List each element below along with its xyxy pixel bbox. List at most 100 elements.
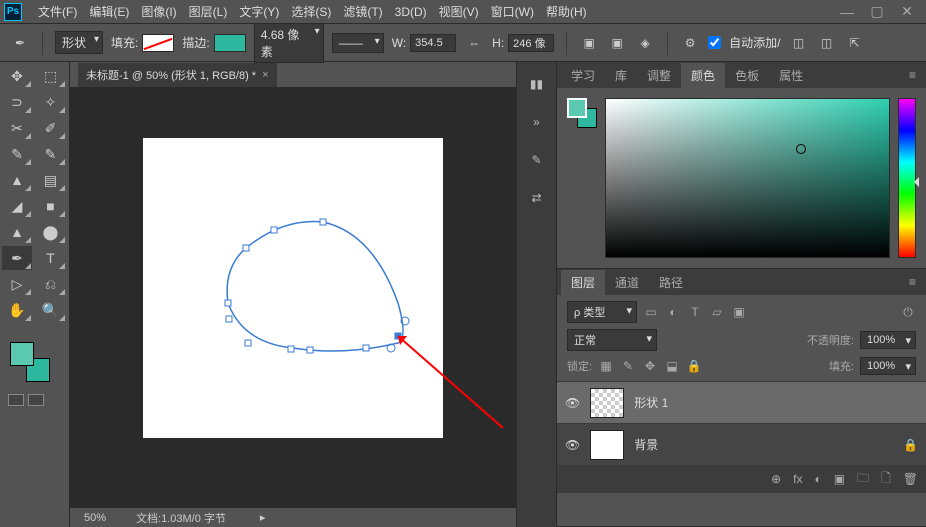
filter-toggle-icon[interactable]: ⏻ bbox=[900, 305, 916, 319]
stamp-tool[interactable]: ▲ bbox=[2, 168, 32, 192]
mask-icon[interactable]: ◐ bbox=[815, 472, 822, 486]
fill-swatch[interactable] bbox=[142, 34, 174, 52]
zoom-tool[interactable]: 🔍 bbox=[36, 298, 66, 322]
menu-select[interactable]: 选择(S) bbox=[285, 0, 337, 23]
lock-nest-icon[interactable]: ⬓ bbox=[664, 359, 680, 373]
move-tool[interactable]: ✥ bbox=[2, 64, 32, 88]
lasso-tool[interactable]: ⊃ bbox=[2, 90, 32, 114]
hue-slider[interactable] bbox=[898, 98, 916, 258]
menu-layer[interactable]: 图层(L) bbox=[183, 0, 234, 23]
panel-menu-icon[interactable]: ≡ bbox=[903, 68, 922, 82]
filter-type-icon[interactable]: T bbox=[687, 305, 703, 319]
menu-window[interactable]: 窗口(W) bbox=[485, 0, 540, 23]
crop-tool[interactable]: ✂ bbox=[2, 116, 32, 140]
window-maximize[interactable]: ▢ bbox=[862, 2, 892, 22]
canvas[interactable] bbox=[143, 138, 443, 438]
lock-paint-icon[interactable]: ✎ bbox=[620, 359, 636, 373]
opacity-input[interactable]: 100% bbox=[860, 331, 916, 349]
filter-smart-icon[interactable]: ▣ bbox=[731, 305, 747, 319]
lock-trans-icon[interactable]: ▦ bbox=[598, 359, 614, 373]
document-tab[interactable]: 未标题-1 @ 50% (形状 1, RGB/8) * × bbox=[78, 63, 277, 87]
delete-layer-icon[interactable]: 🗑 bbox=[903, 472, 918, 486]
tab-learn[interactable]: 学习 bbox=[561, 63, 605, 88]
menu-file[interactable]: 文件(F) bbox=[32, 0, 83, 23]
color-swatch-pair[interactable] bbox=[567, 98, 597, 128]
fx-icon[interactable]: fx bbox=[793, 472, 802, 486]
color-chips[interactable] bbox=[10, 342, 50, 382]
dodge-tool[interactable]: ⬤ bbox=[36, 220, 66, 244]
type-tool[interactable]: T bbox=[36, 246, 66, 270]
layer-filter-select[interactable]: ρ 类型 bbox=[567, 301, 637, 323]
filter-image-icon[interactable]: ▭ bbox=[643, 305, 659, 319]
gear-icon[interactable]: ⚙ bbox=[680, 33, 700, 53]
tab-swatches[interactable]: 色板 bbox=[725, 63, 769, 88]
eyedropper-tool[interactable]: ✐ bbox=[36, 116, 66, 140]
hand-tool[interactable]: ✋ bbox=[2, 298, 32, 322]
menu-filter[interactable]: 滤镜(T) bbox=[337, 0, 388, 23]
window-minimize[interactable]: — bbox=[832, 2, 862, 22]
tab-paths[interactable]: 路径 bbox=[649, 270, 693, 295]
adjustment-icon[interactable]: ▣ bbox=[834, 472, 845, 486]
tab-layers[interactable]: 图层 bbox=[561, 270, 605, 295]
quickmask-toggle[interactable] bbox=[8, 394, 24, 406]
group-icon[interactable]: 🗀 bbox=[857, 469, 869, 490]
layers-menu-icon[interactable]: ≡ bbox=[903, 275, 922, 289]
history-tool[interactable]: ▤ bbox=[36, 168, 66, 192]
fill-opacity-input[interactable]: 100% bbox=[860, 357, 916, 375]
stroke-type-select[interactable]: —— bbox=[332, 33, 384, 53]
new-layer-icon[interactable]: 🗋 bbox=[881, 469, 891, 490]
menu-type[interactable]: 文字(Y) bbox=[233, 0, 285, 23]
auto-add-checkbox[interactable] bbox=[708, 36, 721, 49]
filter-adjust-icon[interactable]: ◐ bbox=[665, 305, 681, 319]
layer-thumb[interactable] bbox=[590, 388, 624, 418]
menu-3d[interactable]: 3D(D) bbox=[389, 2, 433, 22]
path-op-2-icon[interactable]: ▣ bbox=[607, 33, 627, 53]
blend-mode-select[interactable]: 正常 bbox=[567, 329, 657, 351]
heal-tool[interactable]: ✎ bbox=[2, 142, 32, 166]
tab-channels[interactable]: 通道 bbox=[605, 270, 649, 295]
opt-icon-b[interactable]: ◫ bbox=[817, 33, 837, 53]
path-op-3-icon[interactable]: ◈ bbox=[635, 33, 655, 53]
zoom-readout[interactable]: 50% bbox=[84, 512, 106, 524]
filter-shape-icon[interactable]: ▱ bbox=[709, 305, 725, 319]
dock-brush-icon[interactable]: ✎ bbox=[525, 148, 549, 172]
marquee-tool[interactable]: ⬚ bbox=[36, 64, 66, 88]
chevron-right-icon[interactable]: ▸ bbox=[260, 511, 266, 524]
visibility-icon[interactable]: 👁 bbox=[565, 438, 580, 452]
window-close[interactable]: ✕ bbox=[892, 2, 922, 22]
opt-icon-c[interactable]: ⇱ bbox=[845, 33, 865, 53]
stroke-width-input[interactable]: 4.68 像素 bbox=[254, 23, 324, 63]
layer-row[interactable]: 👁 背景 🔒 bbox=[557, 423, 926, 465]
tab-color[interactable]: 颜色 bbox=[681, 63, 725, 88]
blur-tool[interactable]: ▲ bbox=[2, 220, 32, 244]
path-select-tool[interactable]: ▷ bbox=[2, 272, 32, 296]
close-tab-icon[interactable]: × bbox=[262, 69, 268, 81]
menu-help[interactable]: 帮助(H) bbox=[540, 0, 593, 23]
layer-thumb[interactable] bbox=[590, 430, 624, 460]
layer-row[interactable]: 👁 形状 1 bbox=[557, 381, 926, 423]
shape-mode-select[interactable]: 形状 bbox=[55, 31, 103, 54]
lock-move-icon[interactable]: ✥ bbox=[642, 359, 658, 373]
layer-name[interactable]: 形状 1 bbox=[634, 394, 668, 411]
fg-color-chip[interactable] bbox=[10, 342, 34, 366]
link-icon[interactable]: ⇔ bbox=[464, 33, 484, 53]
dock-icon-2[interactable]: » bbox=[525, 110, 549, 134]
lock-all-icon[interactable]: 🔒 bbox=[686, 359, 702, 373]
color-field[interactable] bbox=[605, 98, 890, 258]
menu-edit[interactable]: 编辑(E) bbox=[83, 0, 135, 23]
menu-view[interactable]: 视图(V) bbox=[433, 0, 485, 23]
path-op-1-icon[interactable]: ▣ bbox=[579, 33, 599, 53]
shape-tool[interactable]: ⎌ bbox=[36, 272, 66, 296]
wand-tool[interactable]: ✧ bbox=[36, 90, 66, 114]
menu-image[interactable]: 图像(I) bbox=[135, 0, 182, 23]
pen-tool[interactable]: ✒ bbox=[2, 246, 32, 270]
screen-mode-toggle[interactable] bbox=[28, 394, 44, 406]
eraser-tool[interactable]: ◢ bbox=[2, 194, 32, 218]
link-layers-icon[interactable]: ⊕ bbox=[771, 472, 781, 486]
stroke-swatch[interactable] bbox=[214, 34, 246, 52]
tab-properties[interactable]: 属性 bbox=[769, 63, 813, 88]
dock-swatch-icon[interactable]: ⇄ bbox=[525, 186, 549, 210]
opt-icon-a[interactable]: ◫ bbox=[789, 33, 809, 53]
dock-icon-1[interactable]: ▮▮ bbox=[525, 72, 549, 96]
tab-adjust[interactable]: 调整 bbox=[637, 63, 681, 88]
